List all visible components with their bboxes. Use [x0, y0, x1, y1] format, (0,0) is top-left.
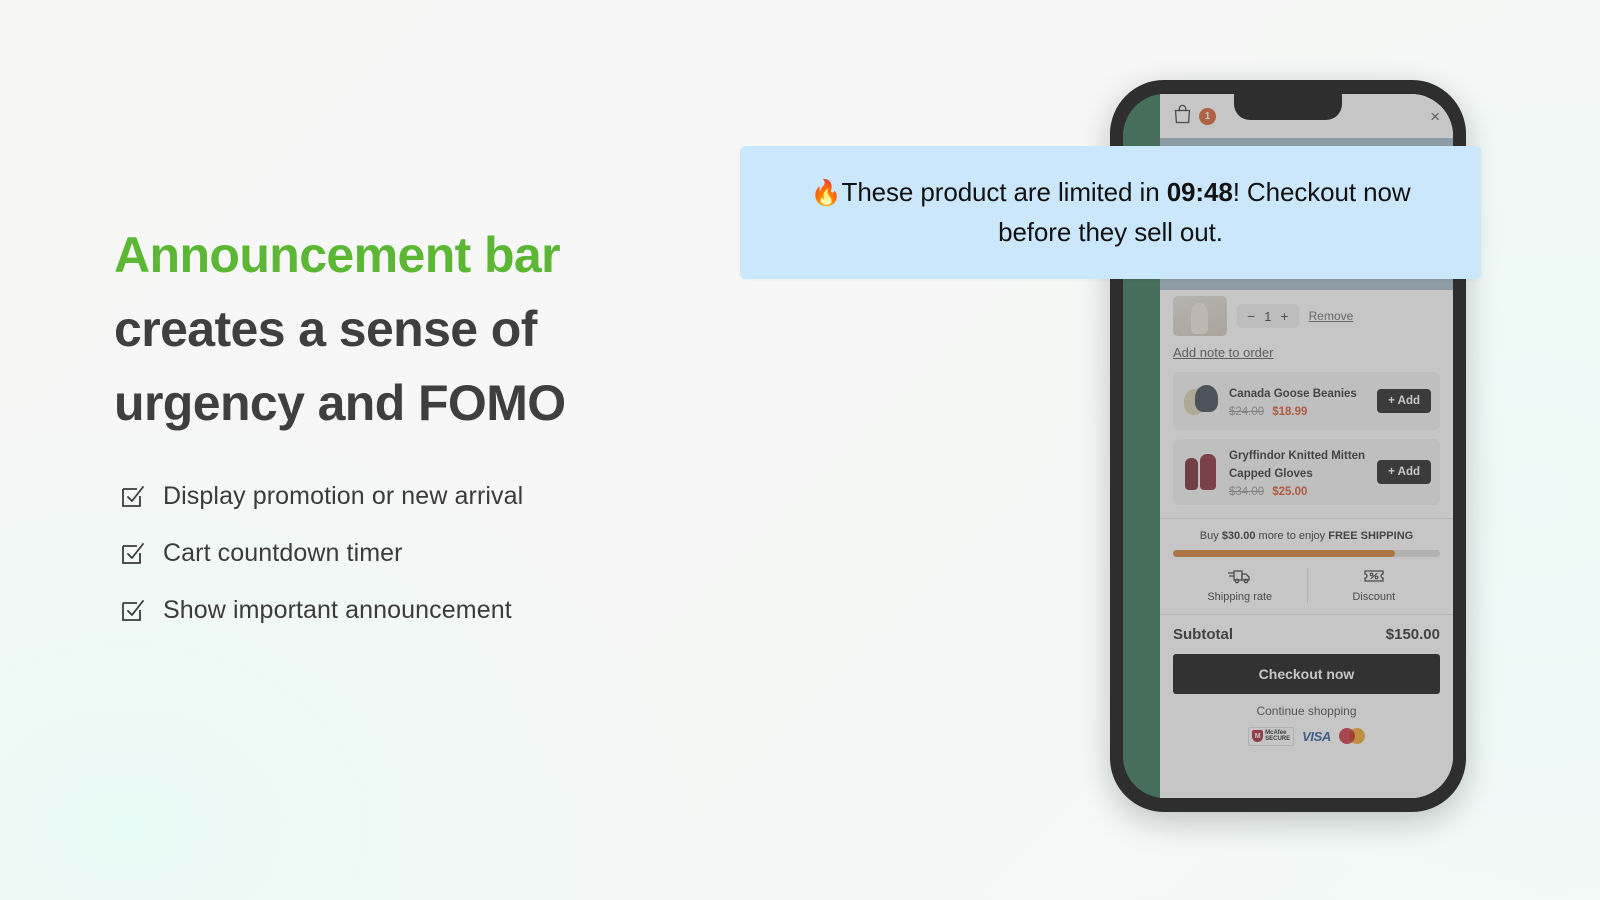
feature-label: Display promotion or new arrival: [163, 482, 524, 510]
feature-list: Display promotion or new arrival Cart co…: [120, 482, 760, 653]
product-thumbnail: [1173, 296, 1227, 336]
phone-notch: [1234, 94, 1342, 120]
announcement-text: 🔥These product are limited in 09:48! Che…: [781, 173, 1441, 252]
continue-shopping-link[interactable]: Continue shopping: [1173, 704, 1440, 718]
shipping-highlight: FREE SHIPPING: [1328, 530, 1414, 542]
list-item: Canada Goose Beanies $24.00 $18.99 + Add: [1173, 372, 1440, 430]
announcement-bar: 🔥These product are limited in 09:48! Che…: [740, 146, 1481, 279]
quantity-value: 1: [1264, 308, 1272, 324]
cart-indicator[interactable]: 1: [1173, 104, 1216, 129]
payment-badges: M McAfee SECURE VISA: [1173, 727, 1440, 758]
increment-button[interactable]: +: [1280, 308, 1288, 324]
feature-label: Show important announcement: [163, 596, 512, 624]
feature-label: Cart countdown timer: [163, 539, 403, 567]
countdown-timer: 09:48: [1166, 176, 1233, 207]
price-sale: $18.99: [1272, 406, 1308, 418]
checkbox-checked-icon: [120, 598, 146, 624]
shopping-bag-icon: [1173, 104, 1192, 129]
shipping-amount: $30.00: [1221, 530, 1256, 542]
headline-line-1: Announcement bar: [114, 227, 561, 283]
price-group: $24.00 $18.99: [1229, 406, 1368, 418]
product-info: Canada Goose Beanies $24.00 $18.99: [1229, 384, 1368, 418]
close-icon[interactable]: ×: [1430, 108, 1440, 125]
cart-line-item: − 1 + Remove: [1160, 290, 1453, 336]
discount-label: Discount: [1352, 591, 1396, 603]
list-item: Cart countdown timer: [120, 539, 760, 568]
checkbox-checked-icon: [120, 484, 146, 510]
announcement-text-before: These product are limited in: [841, 176, 1167, 207]
mastercard-badge: [1338, 728, 1365, 745]
add-product-button[interactable]: + Add: [1377, 460, 1431, 484]
product-title: Gryffindor Knitted Mitten Capped Gloves: [1229, 450, 1366, 480]
shipping-rate-label: Shipping rate: [1207, 591, 1273, 603]
cart-utility-row: Shipping rate Discount: [1173, 568, 1440, 603]
headline-line-2: creates a sense of: [114, 301, 537, 357]
remove-item-link[interactable]: Remove: [1309, 309, 1354, 323]
checkbox-checked-icon: [120, 541, 146, 567]
subtotal-label: Subtotal: [1173, 626, 1233, 643]
mcafee-label: McAfee SECURE: [1265, 730, 1290, 743]
product-info: Gryffindor Knitted Mitten Capped Gloves …: [1229, 446, 1368, 498]
list-item: Gryffindor Knitted Mitten Capped Gloves …: [1173, 439, 1440, 505]
visa-badge: VISA: [1302, 728, 1331, 744]
promo-slide: Announcement bar creates a sense of urge…: [0, 0, 1600, 900]
headline-block: Announcement bar creates a sense of urge…: [114, 218, 734, 440]
free-shipping-progress: Buy $30.00 more to enjoy FREE SHIPPING S…: [1160, 518, 1453, 603]
list-item: Display promotion or new arrival: [120, 482, 760, 511]
shipping-rate-button[interactable]: Shipping rate: [1173, 568, 1307, 603]
page-title: Announcement bar creates a sense of urge…: [114, 218, 734, 440]
price-original: $24.00: [1229, 406, 1265, 418]
mcafee-secure-badge: M McAfee SECURE: [1248, 727, 1295, 746]
progress-bar-track: [1173, 550, 1440, 557]
gloves-thumbnail: [1182, 450, 1220, 494]
headline-line-3: urgency and FOMO: [114, 375, 566, 431]
decrement-button[interactable]: −: [1247, 308, 1255, 324]
list-item: Show important announcement: [120, 596, 760, 625]
mcafee-shield-icon: M: [1252, 730, 1264, 743]
add-note-link[interactable]: Add note to order: [1160, 336, 1453, 360]
fire-icon: 🔥: [810, 178, 842, 207]
price-group: $34.00 $25.00: [1229, 486, 1368, 498]
quantity-stepper[interactable]: − 1 +: [1237, 304, 1299, 328]
discount-button[interactable]: Discount: [1306, 568, 1441, 603]
price-sale: $25.00: [1272, 486, 1308, 498]
recommended-products: Canada Goose Beanies $24.00 $18.99 + Add: [1160, 360, 1453, 514]
subtotal-value: $150.00: [1385, 626, 1440, 643]
beanie-thumbnail: [1182, 379, 1220, 423]
checkout-button[interactable]: Checkout now: [1173, 654, 1440, 694]
product-title: Canada Goose Beanies: [1229, 388, 1357, 400]
shipping-middle: more to enjoy: [1255, 530, 1329, 542]
discount-tag-icon: [1308, 568, 1441, 587]
mcafee-line-2: SECURE: [1265, 736, 1291, 743]
price-original: $34.00: [1229, 486, 1265, 498]
progress-bar-fill: [1173, 550, 1395, 557]
cart-count-badge: 1: [1199, 107, 1216, 125]
free-shipping-message: Buy $30.00 more to enjoy FREE SHIPPING: [1173, 530, 1440, 542]
cart-footer: Subtotal $150.00 Checkout now Continue s…: [1160, 614, 1453, 758]
truck-icon: [1173, 568, 1307, 587]
cart-contents: − 1 + Remove Add note to order Canada Go…: [1160, 290, 1453, 798]
add-product-button[interactable]: + Add: [1377, 389, 1431, 413]
shipping-prefix: Buy: [1199, 530, 1222, 542]
mcafee-line-1: McAfee: [1265, 730, 1287, 736]
subtotal-row: Subtotal $150.00: [1173, 626, 1440, 643]
